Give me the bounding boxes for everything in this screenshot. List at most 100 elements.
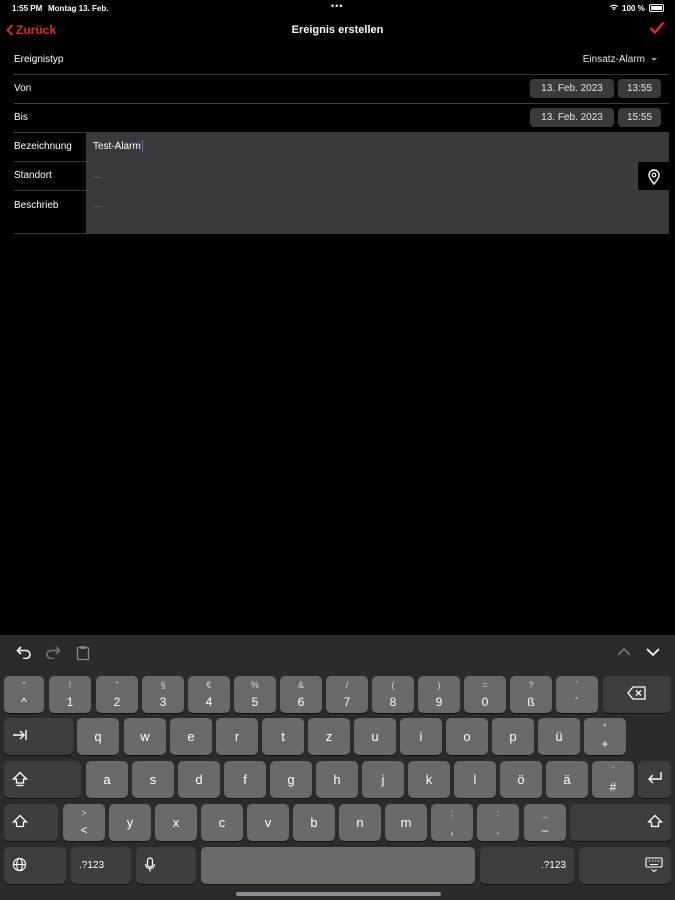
onscreen-keyboard: ° ^ ! 1 " 2 § 3 €4 % 5 & 6 /7 (8 ) 9 = 0 ? ß ` ´ q…	[0, 635, 675, 900]
tab-key[interactable]	[4, 718, 73, 755]
to-time-button[interactable]: 15:55	[618, 108, 661, 127]
caps-lock-key[interactable]	[4, 761, 81, 798]
key-n[interactable]: n	[339, 804, 381, 841]
caps-lock-icon	[11, 771, 81, 792]
key-r[interactable]: r	[216, 718, 258, 755]
to-label: Bis	[14, 112, 28, 123]
location-input[interactable]: ...	[86, 162, 638, 190]
page-title: Ereignis erstellen	[291, 24, 384, 36]
home-indicator[interactable]	[236, 892, 441, 896]
text-cursor	[141, 140, 143, 153]
key-caret[interactable]: ° ^	[4, 676, 44, 713]
key-5[interactable]: % 5	[234, 676, 276, 713]
key-0[interactable]: = 0	[464, 676, 506, 713]
event-type-picker[interactable]: Einsatz-Alarm	[583, 54, 657, 65]
key-t[interactable]: t	[262, 718, 304, 755]
shift-key-left[interactable]	[4, 804, 58, 841]
key-ae[interactable]: ä	[546, 761, 588, 798]
key-accent[interactable]: ` ´	[556, 676, 598, 713]
key-g[interactable]: g	[270, 761, 312, 798]
key-o[interactable]: o	[446, 718, 488, 755]
key-z[interactable]: z	[308, 718, 350, 755]
key-less-than[interactable]: > <	[63, 804, 105, 841]
key-4[interactable]: €4	[188, 676, 230, 713]
key-b[interactable]: b	[293, 804, 335, 841]
numbers-key-left[interactable]: .?123	[71, 847, 131, 884]
from-time-button[interactable]: 13:55	[618, 79, 661, 98]
shift-icon	[11, 814, 58, 833]
description-input[interactable]: ...	[86, 191, 669, 233]
key-8[interactable]: (8	[372, 676, 414, 713]
save-checkmark-button[interactable]	[649, 21, 665, 40]
globe-icon	[12, 857, 66, 877]
key-9[interactable]: ) 9	[418, 676, 460, 713]
key-hash[interactable]: ' #	[592, 761, 634, 798]
location-label: Standort	[14, 170, 52, 181]
key-w[interactable]: w	[124, 718, 166, 755]
keyboard-hide-icon	[645, 857, 663, 878]
delete-key[interactable]	[603, 676, 671, 713]
key-7[interactable]: /7	[326, 676, 368, 713]
key-d[interactable]: d	[178, 761, 220, 798]
key-v[interactable]: v	[247, 804, 289, 841]
globe-key[interactable]	[4, 847, 66, 884]
row-from: Von 13. Feb. 2023 13:55	[14, 75, 669, 104]
name-label: Bezeichnung	[14, 141, 72, 152]
battery-icon	[649, 4, 664, 12]
shift-icon	[646, 814, 664, 833]
tab-icon	[12, 728, 73, 746]
key-2[interactable]: " 2	[96, 676, 138, 713]
key-plus[interactable]: * +	[584, 718, 626, 755]
row-to: Bis 13. Feb. 2023 15:55	[14, 104, 669, 133]
key-f[interactable]: f	[224, 761, 266, 798]
space-bar[interactable]	[201, 847, 475, 884]
numbers-key-right[interactable]: .?123	[480, 847, 574, 884]
chevron-up-icon[interactable]	[616, 645, 632, 663]
hide-keyboard-key[interactable]	[579, 847, 671, 884]
key-ue[interactable]: ü	[538, 718, 580, 755]
key-dash[interactable]: _ –	[524, 804, 566, 841]
key-k[interactable]: k	[408, 761, 450, 798]
name-value: Test-Alarm	[93, 141, 141, 152]
return-key[interactable]	[638, 761, 671, 798]
from-label: Von	[14, 83, 32, 94]
undo-icon[interactable]	[16, 645, 32, 664]
key-comma[interactable]: ;,	[431, 804, 473, 841]
key-c[interactable]: c	[201, 804, 243, 841]
map-pin-icon	[647, 168, 660, 185]
key-i[interactable]: i	[400, 718, 442, 755]
from-date-button[interactable]: 13. Feb. 2023	[530, 79, 614, 98]
multitasking-dots-icon[interactable]: •••	[331, 1, 343, 11]
chevron-down-icon[interactable]	[645, 645, 661, 663]
shift-key-right[interactable]	[570, 804, 671, 841]
key-j[interactable]: j	[362, 761, 404, 798]
status-date: Montag 13. Feb.	[48, 4, 109, 13]
key-3[interactable]: § 3	[142, 676, 184, 713]
key-oe[interactable]: ö	[500, 761, 542, 798]
key-q[interactable]: q	[77, 718, 119, 755]
key-e[interactable]: e	[170, 718, 212, 755]
key-l[interactable]: l	[454, 761, 496, 798]
event-type-value: Einsatz-Alarm	[582, 54, 645, 65]
key-y[interactable]: y	[109, 804, 151, 841]
key-x[interactable]: x	[155, 804, 197, 841]
key-period[interactable]: :.	[477, 804, 519, 841]
to-date-button[interactable]: 13. Feb. 2023	[530, 108, 614, 127]
row-event-type: Ereignistyp Einsatz-Alarm	[14, 46, 669, 75]
key-eszett[interactable]: ? ß	[510, 676, 552, 713]
key-6[interactable]: & 6	[280, 676, 322, 713]
location-pin-button[interactable]	[638, 163, 669, 190]
key-m[interactable]: m	[385, 804, 427, 841]
key-p[interactable]: p	[492, 718, 534, 755]
key-1[interactable]: ! 1	[49, 676, 91, 713]
redo-icon[interactable]	[45, 645, 61, 664]
key-a[interactable]: a	[86, 761, 128, 798]
name-input[interactable]: Test-Alarm	[86, 133, 669, 161]
microphone-icon	[144, 857, 196, 878]
paste-icon[interactable]	[76, 645, 90, 666]
key-u[interactable]: u	[354, 718, 396, 755]
key-h[interactable]: h	[316, 761, 358, 798]
key-s[interactable]: s	[132, 761, 174, 798]
backspace-icon	[603, 686, 671, 705]
dictation-key[interactable]	[136, 847, 196, 884]
